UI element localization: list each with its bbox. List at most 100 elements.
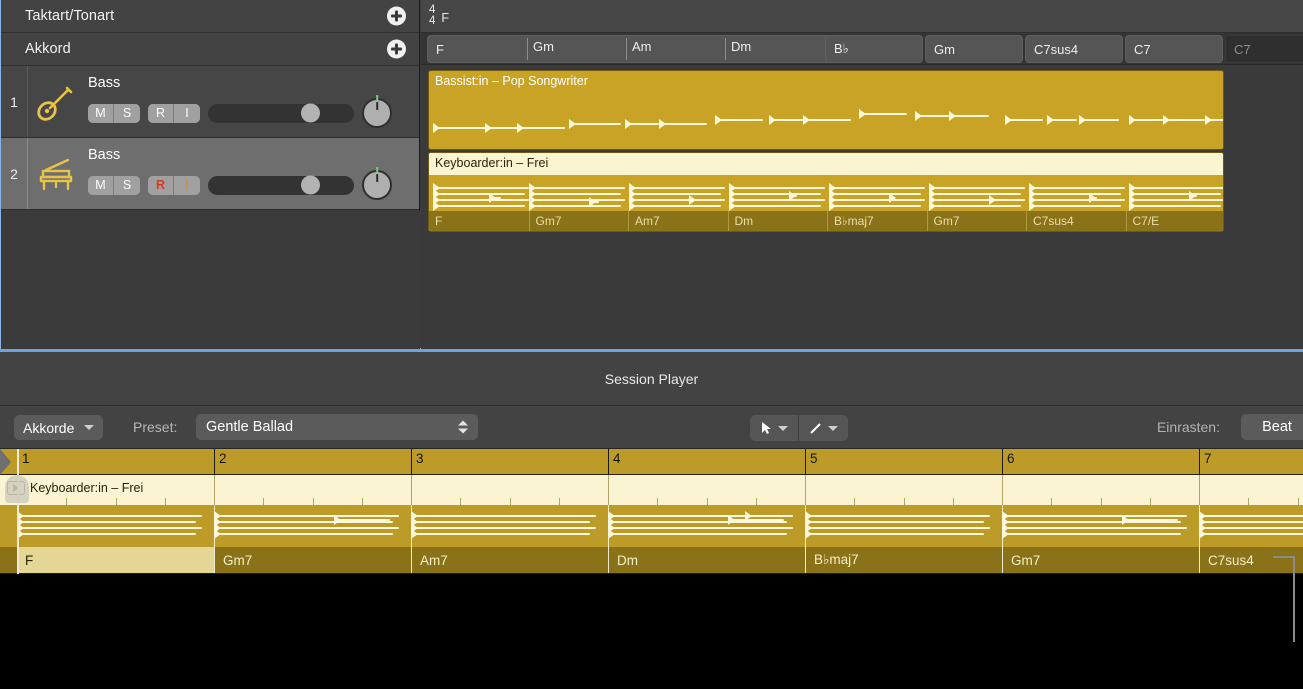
mode-dropdown[interactable]: Akkorde bbox=[14, 415, 104, 440]
pan-indicator bbox=[376, 167, 378, 172]
chord-cell[interactable]: Gm bbox=[925, 35, 1023, 63]
note-head bbox=[1129, 115, 1136, 125]
pointer-tool-button[interactable] bbox=[750, 415, 799, 441]
global-track-taktart-tonart[interactable]: Taktart/Tonart bbox=[1, 0, 419, 33]
record-enable-button[interactable]: R bbox=[148, 103, 174, 123]
empty-track-area[interactable] bbox=[1, 211, 420, 349]
note bbox=[1199, 527, 1303, 530]
chevron-down-icon bbox=[828, 425, 838, 431]
region-name: Keyboarder:in – Frei bbox=[435, 156, 549, 170]
note-head bbox=[949, 111, 956, 121]
solo-button[interactable]: S bbox=[114, 103, 140, 123]
note-head bbox=[334, 515, 341, 525]
record-enable-button[interactable]: R bbox=[148, 175, 174, 195]
pan-knob[interactable] bbox=[362, 95, 392, 128]
editor-chord-cell[interactable]: Am7 bbox=[411, 547, 608, 573]
editor-chord-cell[interactable]: Dm bbox=[608, 547, 805, 573]
editor-chord-cell[interactable]: Gm7 bbox=[1002, 547, 1199, 573]
preset-select[interactable]: Gentle Ballad bbox=[196, 414, 478, 440]
region-chord-label: B♭maj7 bbox=[827, 211, 927, 231]
note bbox=[1002, 515, 1187, 518]
region-keyboarder[interactable]: Keyboarder:in – Frei F Gm7 Am7 Dm B♭maj7 Gm7 C… bbox=[428, 152, 1224, 232]
note bbox=[629, 199, 725, 202]
chord-label: C7 bbox=[1234, 41, 1251, 57]
editor-chord-cell[interactable]: F bbox=[17, 547, 214, 573]
input-monitor-button[interactable]: I bbox=[174, 103, 200, 123]
note bbox=[1199, 533, 1303, 536]
track-row[interactable]: 1 Bass M S R I bbox=[1, 66, 419, 138]
volume-fader[interactable] bbox=[208, 175, 354, 195]
plus-icon[interactable] bbox=[387, 39, 406, 59]
signature-track[interactable]: 4 4 F bbox=[421, 0, 1303, 33]
note-head bbox=[569, 119, 576, 129]
note bbox=[214, 527, 399, 530]
note bbox=[17, 533, 196, 536]
editor-note-display[interactable] bbox=[0, 505, 1303, 547]
chord-cell[interactable]: C7 bbox=[1125, 35, 1223, 63]
chord-cell[interactable]: B♭ bbox=[825, 35, 923, 63]
note-head bbox=[728, 515, 735, 525]
fader-knob[interactable] bbox=[301, 175, 320, 195]
chord-label: Am bbox=[632, 39, 652, 54]
note-head bbox=[889, 193, 896, 203]
region-chord-label: Gm7 bbox=[926, 211, 1027, 231]
chord-track[interactable]: F Gm Am Dm B♭ Gm C7sus4 C7 C7 bbox=[421, 33, 1303, 65]
logic-pro-window: Taktart/Tonart Akkord 1 Bass M S R I 2 B… bbox=[0, 0, 1303, 689]
track-button-row: M S R I bbox=[88, 95, 419, 128]
chord-label: F bbox=[25, 552, 34, 568]
track-row[interactable]: 2 Bass M S R I bbox=[1, 138, 419, 210]
beat-tick bbox=[1248, 498, 1250, 505]
note-head bbox=[745, 511, 752, 521]
chord-callout-line-horizontal bbox=[1273, 556, 1295, 558]
session-player-editor[interactable]: 1234567 Keyboarder:in – Frei F Gm7 Am7 Dm B♭… bbox=[0, 449, 1303, 574]
track-controls: Bass M S R I bbox=[84, 66, 419, 137]
bar-line bbox=[608, 475, 609, 505]
note bbox=[411, 515, 596, 518]
pan-knob[interactable] bbox=[362, 167, 392, 200]
note bbox=[214, 521, 393, 524]
region-bassist[interactable]: Bassist:in – Pop Songwriter bbox=[428, 70, 1224, 150]
mute-button[interactable]: M bbox=[88, 175, 114, 195]
mute-button[interactable]: M bbox=[88, 103, 114, 123]
region-chord-label: Am7 bbox=[628, 211, 728, 231]
chord-label: C7sus4 bbox=[1208, 552, 1254, 568]
bar-number: 5 bbox=[805, 449, 1002, 475]
note bbox=[17, 527, 202, 530]
chord-label: B♭ bbox=[834, 41, 849, 56]
chord-cell-offscreen[interactable]: C7 bbox=[1225, 35, 1303, 63]
arrange-canvas[interactable]: 4 4 F F Gm Am Dm B♭ Gm C7sus4 C7 C7 Bass… bbox=[421, 0, 1303, 349]
fader-knob[interactable] bbox=[301, 103, 320, 123]
editor-chord-strip[interactable]: F Gm7 Am7 Dm B♭maj7 Gm7 C7sus4 bbox=[0, 547, 1303, 573]
note-head bbox=[989, 195, 996, 205]
note bbox=[1199, 515, 1303, 518]
note-head bbox=[589, 197, 596, 207]
editor-chord-cell[interactable]: B♭maj7 bbox=[805, 547, 1002, 573]
global-track-akkord[interactable]: Akkord bbox=[1, 33, 419, 66]
input-monitor-button[interactable]: I bbox=[174, 175, 200, 195]
chord-group-cell[interactable]: F bbox=[427, 35, 831, 63]
playhead-grip[interactable] bbox=[5, 475, 29, 503]
note bbox=[608, 527, 793, 530]
plus-icon[interactable] bbox=[387, 6, 406, 26]
chord-cell[interactable]: C7sus4 bbox=[1025, 35, 1123, 63]
editor-chord-cell[interactable]: Gm7 bbox=[214, 547, 411, 573]
editor-ruler[interactable]: 1234567 bbox=[0, 449, 1303, 475]
note-head bbox=[214, 529, 221, 539]
volume-fader[interactable] bbox=[208, 103, 354, 123]
playhead[interactable] bbox=[5, 449, 29, 574]
note-head bbox=[529, 201, 536, 211]
pencil-tool-button[interactable] bbox=[799, 415, 848, 441]
stepper-icon[interactable] bbox=[458, 420, 468, 434]
note-head bbox=[715, 115, 722, 125]
playhead-triangle bbox=[0, 449, 11, 475]
track-number: 2 bbox=[1, 138, 28, 209]
chord-divider: Am bbox=[626, 38, 652, 60]
note bbox=[629, 187, 725, 190]
snap-label: Einrasten: bbox=[1156, 419, 1220, 435]
chord-label: Gm bbox=[934, 41, 955, 57]
solo-button[interactable]: S bbox=[114, 175, 140, 195]
editor-chord-cell[interactable]: C7sus4 bbox=[1199, 547, 1303, 573]
editor-region-header[interactable]: Keyboarder:in – Frei bbox=[0, 475, 1303, 505]
snap-value-button[interactable]: Beat bbox=[1241, 414, 1303, 440]
note-head bbox=[1122, 515, 1129, 525]
